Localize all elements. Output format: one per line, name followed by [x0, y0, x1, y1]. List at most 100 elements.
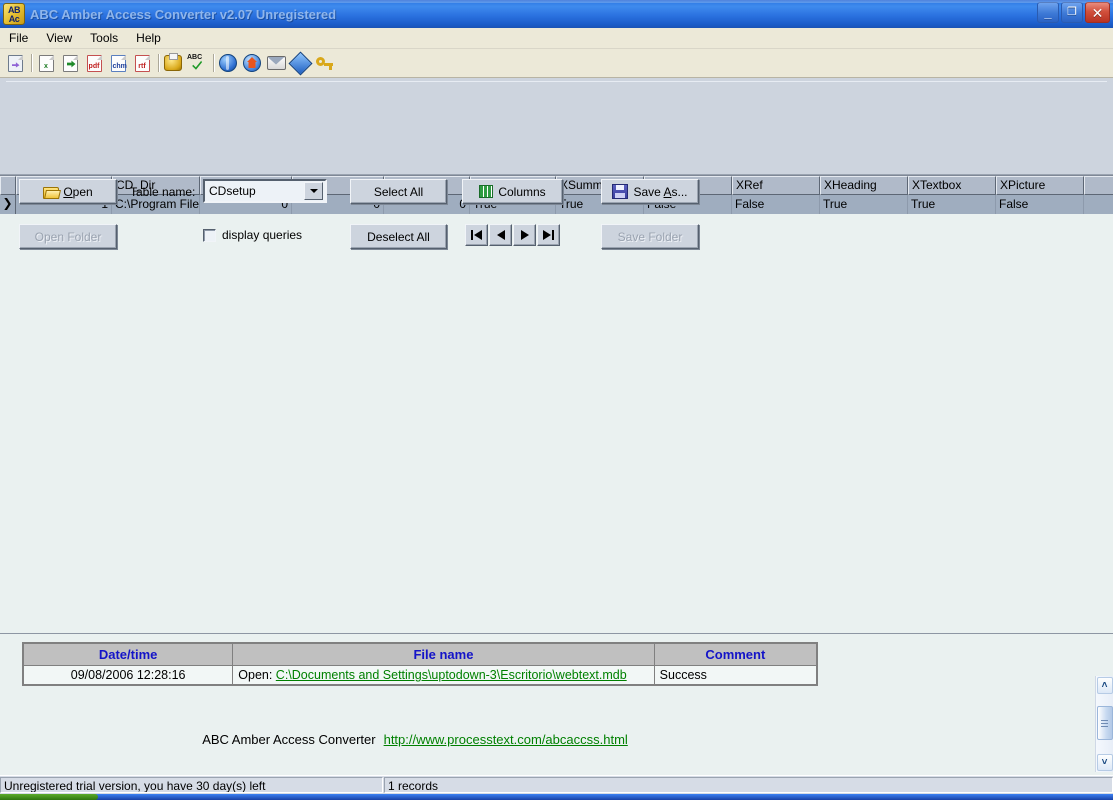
toolbar-separator-1 [28, 52, 35, 74]
spellcheck-icon[interactable]: ABC [186, 52, 208, 74]
data-grid-empty-area [0, 214, 1113, 633]
window-controls: _ ❐ ✕ [1037, 2, 1110, 23]
table-name-value: CDsetup [209, 184, 256, 198]
column-header-xheading[interactable]: XHeading [820, 176, 908, 195]
column-header-xref[interactable]: XRef [732, 176, 820, 195]
toolbar-separator-3 [210, 52, 217, 74]
desktop-taskbar [0, 794, 1113, 800]
export-chm-icon[interactable]: chm [107, 52, 129, 74]
toolbar: x pdf chm rtf ABC [0, 49, 1113, 78]
menu-item-file[interactable]: File [0, 29, 37, 47]
scroll-up-arrow-icon[interactable]: ˄ [1096, 677, 1113, 694]
rtf-icon-tag: rtf [138, 62, 146, 70]
spellcheck-icon-tag: ABC [187, 54, 203, 61]
minimize-button[interactable]: _ [1037, 2, 1059, 23]
control-panel: Open Open Folder Table name: CDsetup dis… [0, 78, 1113, 249]
table-name-label: Table name: [130, 185, 196, 199]
open-button-accel: O [63, 184, 73, 199]
footer-product-name: ABC Amber Access Converter [202, 732, 376, 747]
export-excel-icon[interactable]: x [35, 52, 57, 74]
log-table: Date/time File name Comment 09/08/2006 1… [22, 642, 818, 686]
display-queries-checkbox[interactable] [203, 228, 216, 242]
floppy-disk-icon [612, 184, 629, 199]
columns-button[interactable]: Columns [462, 179, 563, 204]
start-button[interactable] [0, 794, 98, 800]
log-vertical-scrollbar[interactable]: ˄ ˅ [1095, 676, 1113, 772]
deselect-all-button[interactable]: Deselect All [350, 224, 447, 249]
log-cell-comment: Success [653, 665, 818, 686]
table-name-combobox[interactable]: CDsetup [203, 179, 327, 203]
open-button-label-rest: pen [72, 184, 93, 199]
save-as-button[interactable]: Save As... [601, 179, 699, 204]
menu-item-tools[interactable]: Tools [81, 29, 127, 47]
web-help-icon[interactable] [217, 52, 239, 74]
footer-credit: ABC Amber Access Converter http://www.pro… [0, 732, 830, 747]
log-file-prefix: Open: [238, 668, 276, 682]
application-icon: AB Ac [3, 3, 25, 25]
save-folder-button[interactable]: Save Folder [601, 224, 699, 249]
next-record-button[interactable] [513, 224, 536, 246]
home-page-icon[interactable] [241, 52, 263, 74]
cell-xtextbox[interactable]: True [908, 195, 996, 214]
log-header-comment: Comment [653, 642, 818, 666]
save-as-label-pre: Save [633, 184, 664, 199]
menu-item-help[interactable]: Help [127, 29, 170, 47]
app-icon-bottom-text: Ac [8, 14, 20, 24]
log-row: 09/08/2006 12:28:16 Open: C:\Documents a… [22, 665, 818, 686]
select-all-button[interactable]: Select All [350, 179, 447, 204]
folder-open-icon [43, 186, 62, 199]
excel-icon-tag: x [44, 62, 48, 70]
log-file-link[interactable]: C:\Documents and Settings\uptodown-3\Esc… [276, 668, 627, 682]
first-record-button[interactable] [465, 224, 488, 246]
record-navigation-group [465, 224, 561, 246]
register-key-icon[interactable] [313, 52, 335, 74]
scrollbar-thumb[interactable] [1096, 706, 1113, 740]
export-pdf-icon[interactable]: pdf [83, 52, 105, 74]
application-window: AB Ac ABC Amber Access Converter v2.07 U… [0, 0, 1113, 794]
log-header-filename: File name [232, 642, 655, 666]
save-as-accel: A [663, 184, 672, 199]
cell-xpicture[interactable]: False [996, 195, 1084, 214]
log-cell-filename: Open: C:\Documents and Settings\uptodown… [232, 665, 655, 686]
log-section: Date/time File name Comment 09/08/2006 1… [0, 633, 1113, 775]
open-folder-button[interactable]: Open Folder [19, 224, 117, 249]
last-record-button[interactable] [537, 224, 560, 246]
chm-icon-tag: chm [112, 62, 127, 70]
status-bar: Unregistered trial version, you have 30 … [0, 775, 1113, 794]
status-record-count: 1 records [384, 777, 1113, 793]
window-title: ABC Amber Access Converter v2.07 Unregis… [30, 6, 337, 22]
pdf-icon-tag: pdf [88, 62, 100, 70]
columns-button-label: Columns [498, 184, 546, 199]
export-rtf-icon[interactable]: rtf [131, 52, 153, 74]
grid-columns-icon [479, 185, 494, 198]
scroll-down-arrow-icon[interactable]: ˅ [1096, 754, 1113, 771]
cell-xref[interactable]: False [732, 195, 820, 214]
open-file-icon[interactable] [4, 52, 26, 74]
email-support-icon[interactable] [265, 52, 287, 74]
export-html-icon[interactable] [59, 52, 81, 74]
display-queries-row[interactable]: display queries [203, 228, 302, 242]
footer-website-link[interactable]: http://www.processtext.com/abcaccss.html [384, 732, 628, 747]
about-icon[interactable] [287, 50, 313, 76]
chevron-down-icon[interactable] [304, 182, 323, 200]
display-queries-label: display queries [222, 228, 303, 242]
close-button[interactable]: ✕ [1085, 2, 1110, 23]
menu-bar: File View Tools Help [0, 28, 1113, 49]
previous-record-button[interactable] [489, 224, 512, 246]
status-trial-message: Unregistered trial version, you have 30 … [0, 777, 383, 793]
cell-blank[interactable] [1084, 195, 1113, 214]
row-indicator-cell[interactable]: ❯ [0, 195, 16, 214]
log-header-row: Date/time File name Comment [22, 642, 818, 666]
column-header-xpicture[interactable]: XPicture [996, 176, 1084, 195]
maximize-restore-button[interactable]: ❐ [1061, 2, 1083, 23]
log-header-datetime: Date/time [22, 642, 234, 666]
cell-xheading[interactable]: True [820, 195, 908, 214]
open-button[interactable]: Open [19, 179, 117, 204]
title-bar: AB Ac ABC Amber Access Converter v2.07 U… [0, 0, 1113, 28]
column-header-xtextbox[interactable]: XTextbox [908, 176, 996, 195]
toolbar-separator-2 [155, 52, 162, 74]
print-icon[interactable] [162, 52, 184, 74]
column-header-blank[interactable] [1084, 176, 1113, 195]
scrollbar-grip-icon [1101, 719, 1108, 727]
menu-item-view[interactable]: View [37, 29, 81, 47]
